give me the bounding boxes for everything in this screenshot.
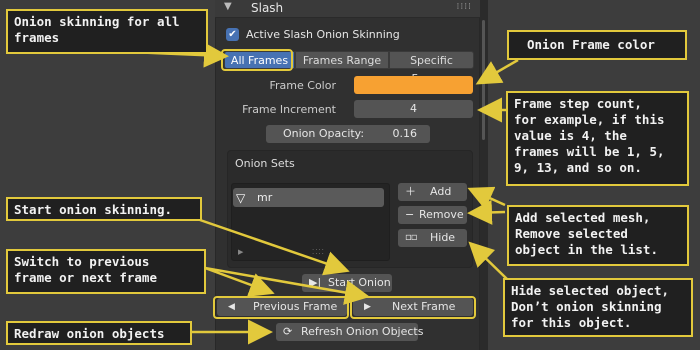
onion-opacity-value: 0.16 [392,127,418,140]
note-hide: Hide selected object, Don’t onion skinni… [503,278,693,337]
list-expand-icon[interactable]: ▶ [238,248,243,256]
note-start-onion: Start onion skinning. [6,197,202,221]
frame-increment-label: Frame Increment [242,103,336,116]
note-frame-color: Onion Frame color [507,30,687,60]
frame-color-label: Frame Color [269,79,337,92]
onion-sets-title: Onion Sets [235,157,295,170]
refresh-onion-button[interactable]: ⟳ Refresh Onion Objects [276,323,423,341]
plus-icon: ＋ [405,185,416,198]
play-icon: ▶| [309,276,322,289]
add-button-label: Add [430,185,452,198]
start-onion-label: Start Onion [328,276,391,289]
hide-button-label: Hide [430,231,456,244]
list-resize-grip-icon[interactable]: ⁚⁚⁚⁚ [312,248,325,256]
mesh-triangle-icon: ▽ [236,191,246,205]
frame-increment-field[interactable]: 4 [354,100,473,118]
minus-icon: − [405,208,415,221]
panel-header[interactable]: ▼ Slash ⁞⁞⁞⁞ [215,0,480,18]
panel-title: Slash [251,1,284,15]
onion-opacity-label: Onion Opacity: [283,127,365,140]
grid-icon: ▫▫ [405,232,418,243]
tab-specific-frames[interactable]: Specific Frames [389,51,474,85]
note-frame-step: Frame step count, for example, if this v… [506,91,689,186]
scrollbar-thumb[interactable] [482,20,485,140]
active-onion-checkbox-label: Active Slash Onion Skinning [246,28,400,41]
chevron-down-icon[interactable]: ▼ [224,1,232,12]
tab-frames-range[interactable]: Frames Range [295,51,389,69]
note-redraw: Redraw onion objects [6,321,192,345]
remove-button-label: Remove [419,208,464,221]
note-switch-frame: Switch to previous frame or next frame [6,249,206,294]
all-frames-highlight [221,49,293,71]
refresh-onion-label: Refresh Onion Objects [301,325,424,338]
prev-frame-highlight [213,296,349,319]
next-frame-highlight [350,296,476,319]
list-item-label: mr [257,191,273,204]
list-item[interactable]: ▽ mr [233,188,384,207]
add-button[interactable]: ＋ Add [398,183,467,201]
start-onion-button[interactable]: ▶| Start Onion [302,274,392,292]
onion-opacity-slider[interactable]: Onion Opacity: 0.16 [266,125,430,143]
refresh-icon: ⟳ [283,325,293,338]
drag-grip-icon[interactable]: ⁞⁞⁞⁞ [457,2,472,12]
remove-button[interactable]: − Remove [398,206,467,224]
frame-color-picker[interactable] [354,76,473,94]
checkbox-checked-icon[interactable]: ✔ [226,28,239,41]
note-all-frames: Onion skinning for all frames [6,9,208,54]
hide-button[interactable]: ▫▫ Hide [398,229,467,247]
note-add-remove: Add selected mesh, Remove selected objec… [507,205,689,266]
